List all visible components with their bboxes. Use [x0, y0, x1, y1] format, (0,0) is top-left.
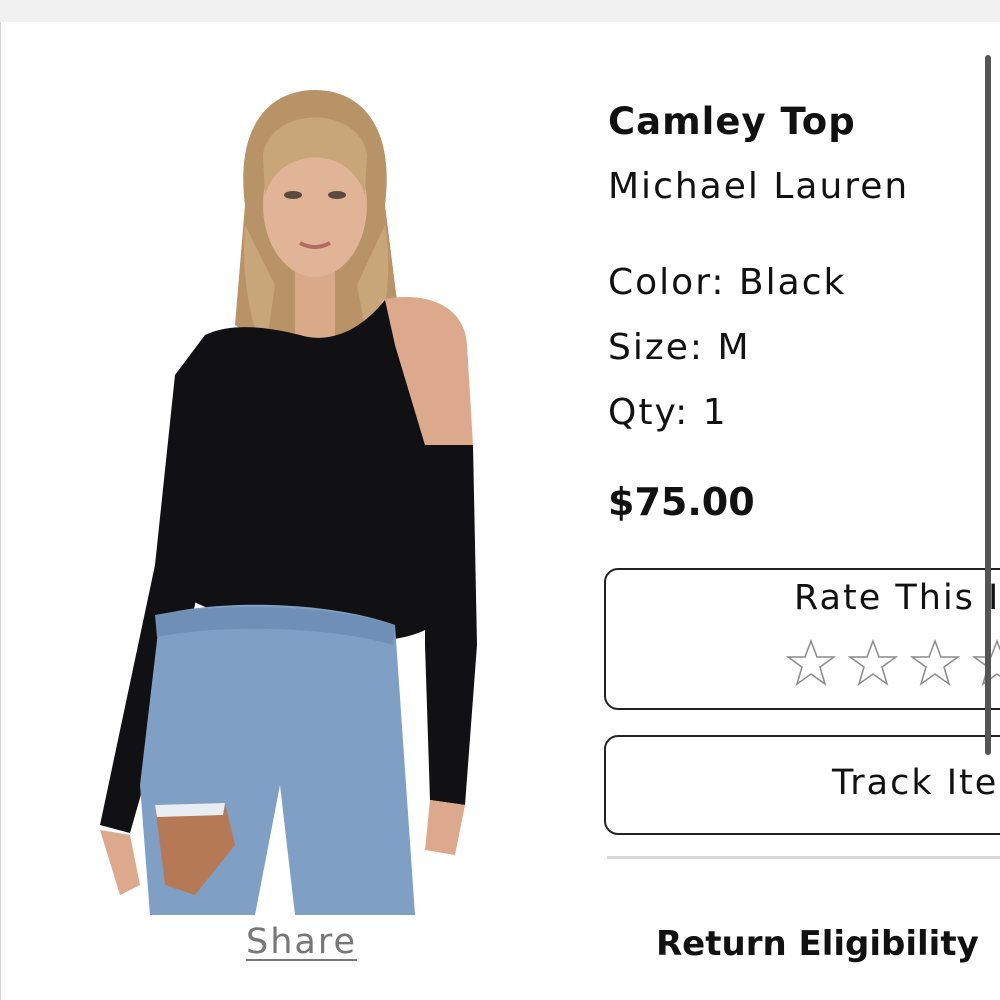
product-brand: Michael Lauren — [608, 166, 910, 207]
return-eligibility-heading: Return Eligibility — [656, 924, 979, 964]
scrollbar[interactable] — [985, 55, 991, 755]
product-color: Color: Black — [608, 262, 847, 303]
share-link[interactable]: Share — [246, 922, 357, 962]
rate-item-label: Rate This I — [794, 578, 1000, 618]
product-image[interactable] — [95, 85, 490, 915]
star-rating — [786, 638, 1000, 688]
track-item-button[interactable]: Track Ite — [604, 735, 1000, 835]
panel-edge — [0, 22, 1, 1000]
rate-item-card: Rate This I — [604, 568, 1000, 710]
track-item-label: Track Ite — [832, 763, 999, 803]
product-price: $75.00 — [608, 480, 755, 524]
product-title: Camley Top — [608, 100, 856, 143]
star-icon[interactable] — [786, 638, 836, 688]
divider — [607, 856, 1000, 859]
product-qty: Qty: 1 — [608, 392, 728, 433]
star-icon[interactable] — [910, 638, 960, 688]
top-bar — [0, 0, 1000, 22]
star-icon[interactable] — [848, 638, 898, 688]
product-size: Size: M — [608, 327, 751, 368]
